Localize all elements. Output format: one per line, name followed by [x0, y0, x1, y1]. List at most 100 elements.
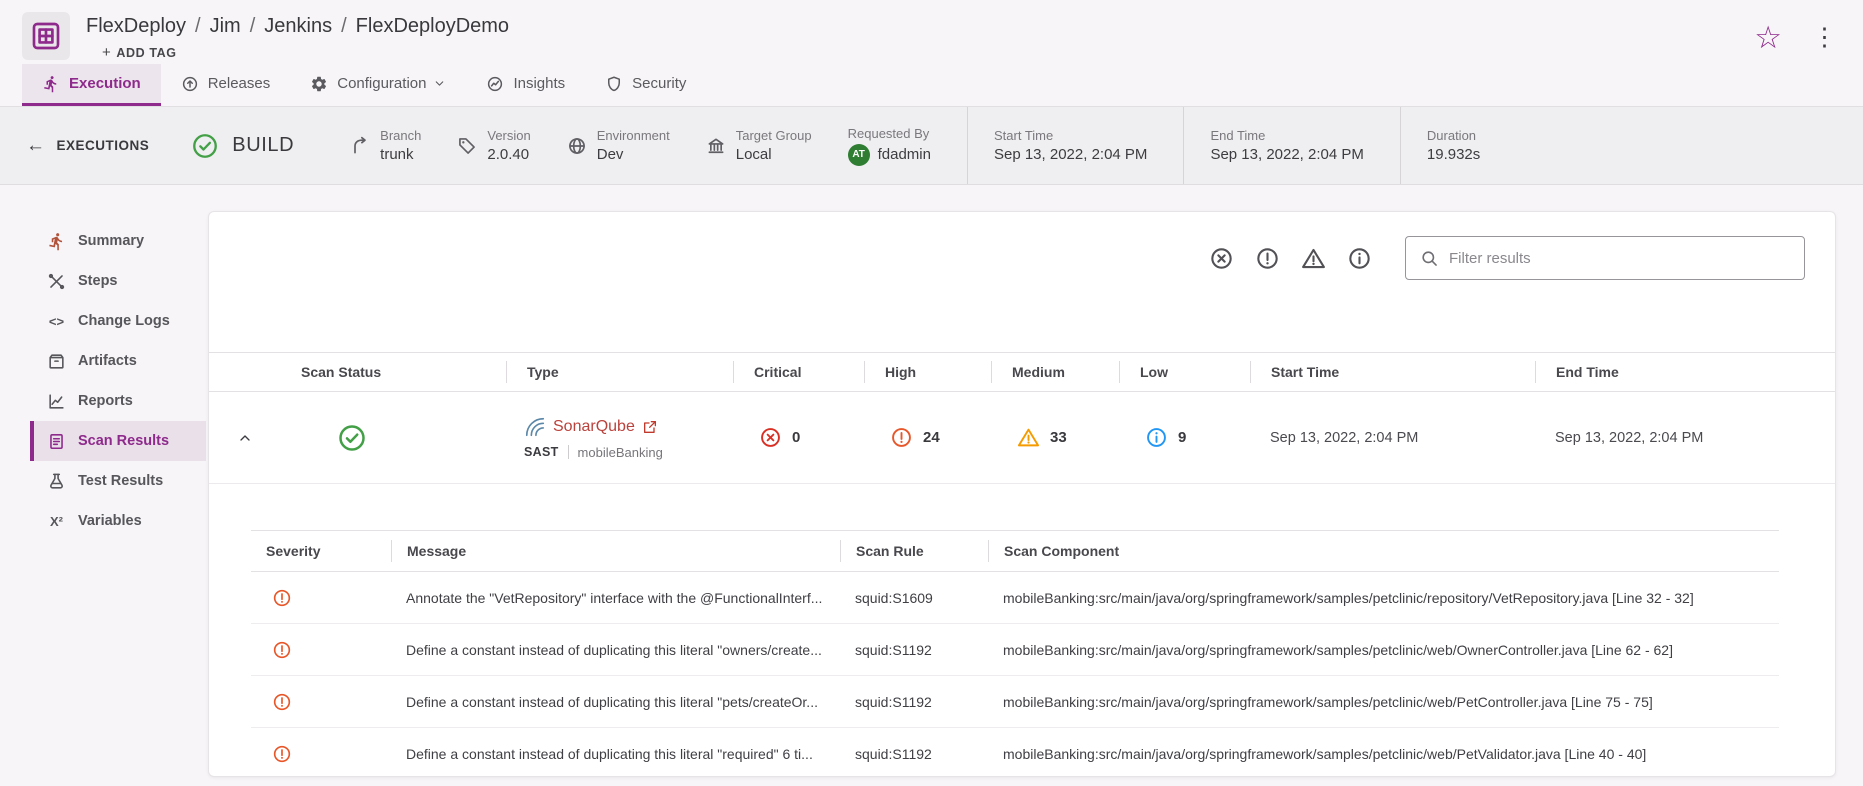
branch-icon — [350, 136, 370, 156]
title-block: FlexDeploy / Jim / Jenkins / FlexDeployD… — [86, 12, 509, 62]
favorite-star-icon[interactable]: ☆ — [1754, 22, 1782, 53]
column-header-scan-status: Scan Status — [281, 361, 506, 383]
tab-label: Security — [632, 75, 686, 92]
circle-exclamation-icon — [272, 588, 292, 608]
field-environment: Environment Dev — [567, 128, 670, 163]
column-header-low: Low — [1119, 361, 1250, 383]
column-header-medium: Medium — [991, 361, 1119, 383]
tab-configuration[interactable]: Configuration — [290, 64, 466, 106]
column-header-end-time: End Time — [1535, 361, 1835, 383]
tools-icon — [47, 272, 66, 291]
table-row[interactable]: Annotate the "VetRepository" interface w… — [251, 572, 1779, 624]
field-label: Version — [487, 128, 530, 143]
filter-critical-button[interactable] — [1209, 246, 1234, 271]
sidebar-item-label: Summary — [78, 233, 144, 249]
filter-high-button[interactable] — [1255, 246, 1280, 271]
execution-info-bar: ← EXECUTIONS BUILD Branch trunk Version … — [0, 107, 1863, 185]
field-label: Start Time — [994, 128, 1147, 143]
package-icon — [47, 352, 66, 371]
scan-rule-cell: squid:S1192 — [840, 694, 988, 710]
build-status: BUILD — [191, 132, 294, 160]
scan-tool-link[interactable]: SonarQube — [553, 418, 635, 436]
field-label: Branch — [380, 128, 421, 143]
breadcrumb-folder-1[interactable]: Jim — [210, 14, 241, 38]
tag-icon — [457, 136, 477, 156]
expand-column-header — [209, 361, 281, 383]
breadcrumb-separator: / — [195, 14, 201, 38]
execution-sidebar: Summary Steps <> Change Logs Artifacts R… — [30, 221, 206, 541]
topbar-actions: ☆ ⋮ — [1754, 12, 1837, 53]
sidebar-item-scan-results[interactable]: Scan Results — [30, 421, 206, 461]
message-cell: Define a constant instead of duplicating… — [391, 642, 840, 658]
circle-exclamation-icon — [1255, 246, 1280, 271]
low-count: 9 — [1178, 429, 1186, 446]
scan-end-time: Sep 13, 2022, 2:04 PM — [1535, 430, 1835, 446]
build-label: BUILD — [232, 134, 294, 157]
field-value: trunk — [380, 146, 421, 163]
circle-x-icon — [759, 426, 782, 449]
scan-component-cell: mobileBanking:src/main/java/org/springfr… — [988, 746, 1779, 762]
sidebar-item-label: Artifacts — [78, 353, 137, 369]
column-header-critical: Critical — [733, 361, 864, 383]
scan-summary-row[interactable]: SonarQube SAST mobileBanking 0 24 33 — [209, 392, 1835, 484]
sidebar-item-steps[interactable]: Steps — [30, 261, 206, 301]
app-logo[interactable] — [22, 12, 70, 60]
back-label: EXECUTIONS — [57, 138, 150, 153]
sidebar-item-variables[interactable]: X² Variables — [30, 501, 206, 541]
plus-icon: + — [102, 44, 111, 61]
field-label: Target Group — [736, 128, 812, 143]
filter-low-button[interactable] — [1347, 246, 1372, 271]
content-area: Summary Steps <> Change Logs Artifacts R… — [0, 185, 1863, 785]
external-link-icon[interactable] — [642, 419, 658, 435]
column-header-scan-rule: Scan Rule — [840, 540, 988, 562]
tab-label: Configuration — [337, 75, 426, 92]
table-row[interactable]: Define a constant instead of duplicating… — [251, 624, 1779, 676]
sidebar-item-change-logs[interactable]: <> Change Logs — [30, 301, 206, 341]
high-count-cell: 24 — [864, 426, 991, 449]
sidebar-item-artifacts[interactable]: Artifacts — [30, 341, 206, 381]
add-tag-button[interactable]: + ADD TAG — [102, 44, 177, 61]
field-label: Environment — [597, 128, 670, 143]
tab-execution[interactable]: Execution — [22, 64, 161, 106]
table-row[interactable]: Define a constant instead of duplicating… — [251, 676, 1779, 728]
divider — [568, 445, 569, 459]
breadcrumb-current[interactable]: FlexDeployDemo — [356, 14, 509, 38]
field-requested-by: Requested By AT fdadmin — [848, 126, 931, 166]
sidebar-item-summary[interactable]: Summary — [30, 221, 206, 261]
severity-cell — [251, 588, 391, 608]
high-count: 24 — [923, 429, 940, 446]
breadcrumb-folder-2[interactable]: Jenkins — [264, 14, 332, 38]
column-header-severity: Severity — [251, 540, 391, 562]
chevron-up-icon — [237, 430, 253, 446]
sidebar-item-reports[interactable]: Reports — [30, 381, 206, 421]
tab-label: Execution — [69, 75, 141, 92]
scan-component-cell: mobileBanking:src/main/java/org/springfr… — [988, 694, 1779, 710]
document-icon — [47, 432, 66, 451]
sidebar-item-label: Reports — [78, 393, 133, 409]
filter-results-input[interactable] — [1449, 250, 1790, 267]
success-check-icon — [337, 423, 367, 453]
tab-insights[interactable]: Insights — [466, 64, 585, 106]
low-count-cell: 9 — [1119, 426, 1250, 449]
tab-security[interactable]: Security — [585, 64, 706, 106]
insights-icon — [486, 75, 504, 93]
scan-results-panel: Scan Status Type Critical High Medium Lo… — [208, 211, 1836, 777]
sidebar-item-label: Steps — [78, 273, 118, 289]
sidebar-item-label: Variables — [78, 513, 142, 529]
scan-start-time: Sep 13, 2022, 2:04 PM — [1250, 430, 1535, 446]
table-row[interactable]: Define a constant instead of duplicating… — [251, 728, 1779, 777]
filter-medium-button[interactable] — [1301, 246, 1326, 271]
sidebar-item-test-results[interactable]: Test Results — [30, 461, 206, 501]
scan-status-cell — [281, 423, 506, 453]
back-to-executions-link[interactable]: ← EXECUTIONS — [26, 135, 149, 157]
row-collapse-toggle[interactable] — [209, 430, 281, 446]
search-icon — [1420, 249, 1439, 268]
tab-releases[interactable]: Releases — [161, 64, 291, 106]
field-value: Dev — [597, 146, 670, 163]
breadcrumb-project[interactable]: FlexDeploy — [86, 14, 186, 38]
critical-count: 0 — [792, 429, 800, 446]
scan-summary-header-row: Scan Status Type Critical High Medium Lo… — [209, 352, 1835, 392]
column-header-scan-component: Scan Component — [988, 540, 1779, 562]
bank-icon — [706, 136, 726, 156]
kebab-menu-icon[interactable]: ⋮ — [1812, 25, 1837, 50]
